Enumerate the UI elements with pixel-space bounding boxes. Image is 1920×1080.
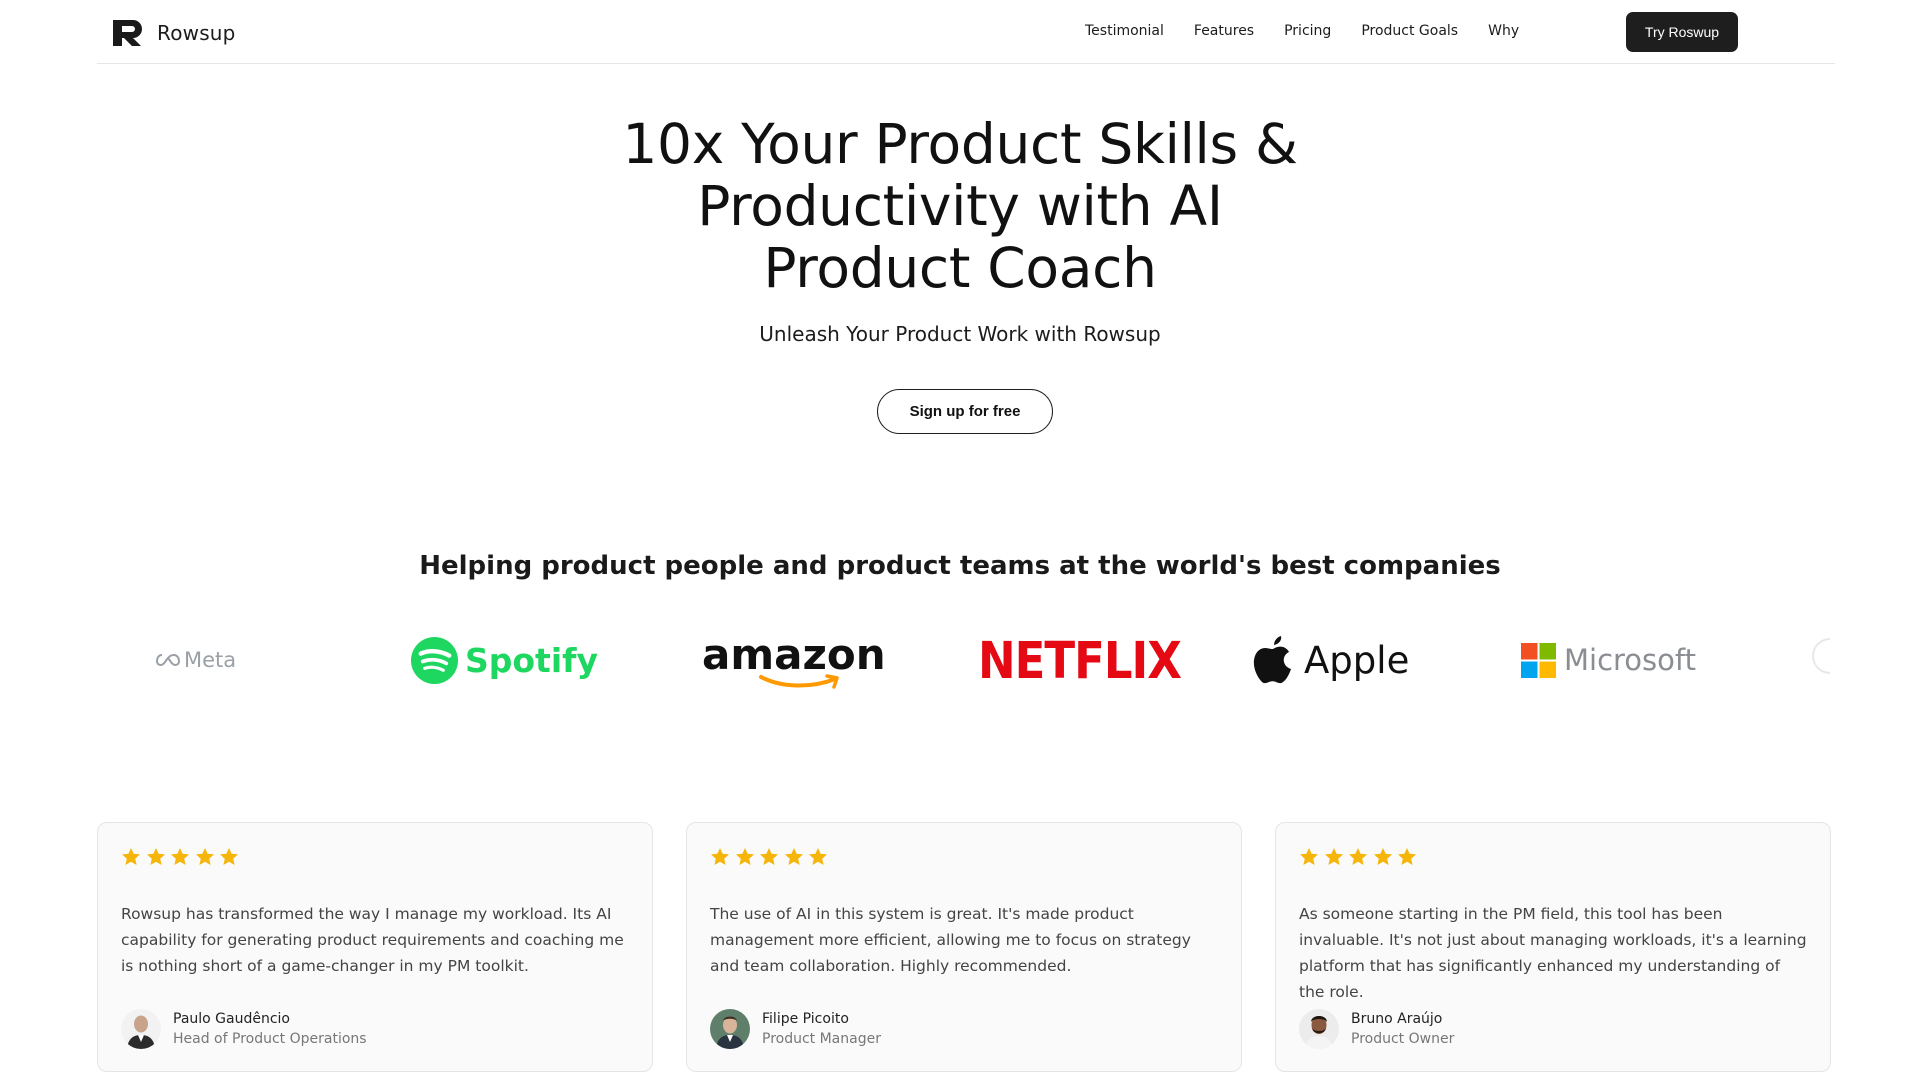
nav-link-pricing[interactable]: Pricing xyxy=(1284,23,1331,39)
author-role: Head of Product Operations xyxy=(173,1031,367,1047)
nav-link-testimonial[interactable]: Testimonial xyxy=(1085,23,1164,39)
apple-logo: Apple xyxy=(1252,620,1409,700)
nav-link-why[interactable]: Why xyxy=(1488,23,1519,39)
star-icon xyxy=(1300,848,1318,865)
main-menu: Testimonial Features Pricing Product Goa… xyxy=(1085,23,1549,39)
hero-title-line: Product Coach xyxy=(763,236,1157,300)
amazon-smile-icon xyxy=(758,673,839,689)
apple-logo-text: Apple xyxy=(1304,638,1410,682)
netflix-logo: NETFLIX xyxy=(978,630,1182,690)
testimonial-card: The use of AI in this system is great. I… xyxy=(686,822,1242,1072)
hero-title-line: Productivity with AI xyxy=(697,174,1223,238)
testimonial-quote: As someone starting in the PM field, thi… xyxy=(1299,905,1807,1001)
star-rating xyxy=(1299,847,1422,867)
author-details: Bruno Araújo Product Owner xyxy=(1351,1009,1454,1049)
microsoft-logo-text: Microsoft xyxy=(1564,643,1696,677)
star-rating xyxy=(121,847,244,867)
person-avatar-icon xyxy=(1299,1009,1339,1049)
rowsup-r-logo-icon xyxy=(113,20,142,46)
star-icon xyxy=(146,848,165,865)
brand-logo-link[interactable]: Rowsup xyxy=(113,20,236,46)
star-icon xyxy=(809,848,827,865)
apple-icon xyxy=(1253,636,1291,684)
testimonial-card: As someone starting in the PM field, thi… xyxy=(1275,822,1831,1072)
star-icon xyxy=(784,848,803,865)
hero-title: 10x Your Product Skills & Productivity w… xyxy=(560,113,1360,299)
author-role: Product Manager xyxy=(762,1031,881,1047)
meta-logo-text: Meta xyxy=(184,648,237,672)
author-name: Bruno Araújo xyxy=(1351,1011,1443,1027)
testimonial-card: Rowsup has transformed the way I manage … xyxy=(97,822,653,1072)
testimonial-quote: Rowsup has transformed the way I manage … xyxy=(121,905,624,975)
top-navigation-bar xyxy=(97,0,1835,64)
star-icon xyxy=(760,848,778,865)
testimonial-author: Bruno Araújo Product Owner xyxy=(1299,1009,1454,1049)
testimonial-author: Filipe Picoito Product Manager xyxy=(710,1009,881,1049)
testimonial-quote: The use of AI in this system is great. I… xyxy=(710,905,1191,975)
avatar xyxy=(710,1009,750,1049)
hero-subtitle: Unleash Your Product Work with Rowsup xyxy=(759,322,1161,346)
person-avatar-icon xyxy=(710,1009,750,1049)
try-roswup-button[interactable]: Try Roswup xyxy=(1626,12,1738,52)
star-icon xyxy=(1324,848,1343,865)
spotify-logo: Spotify xyxy=(410,620,598,700)
author-details: Paulo Gaudêncio Head of Product Operatio… xyxy=(173,1009,367,1049)
microsoft-windows-icon xyxy=(1521,642,1556,678)
author-details: Filipe Picoito Product Manager xyxy=(762,1009,881,1049)
author-name: Filipe Picoito xyxy=(762,1011,849,1027)
testimonial-author: Paulo Gaudêncio Head of Product Operatio… xyxy=(121,1009,367,1049)
star-icon xyxy=(195,848,214,865)
author-role: Product Owner xyxy=(1351,1031,1455,1047)
amazon-logo: amazon xyxy=(702,620,886,700)
star-icon xyxy=(1398,848,1416,865)
spotify-circle-icon xyxy=(410,636,459,684)
star-icon xyxy=(171,848,189,865)
meta-infinity-icon xyxy=(155,653,181,667)
star-icon xyxy=(1373,848,1392,865)
author-name: Paulo Gaudêncio xyxy=(173,1011,290,1027)
star-icon xyxy=(735,848,754,865)
microsoft-logo: Microsoft xyxy=(1521,620,1696,700)
star-icon xyxy=(1349,848,1367,865)
star-icon xyxy=(122,848,140,865)
star-icon xyxy=(220,848,238,865)
companies-heading: Helping product people and product teams… xyxy=(419,551,1501,581)
partial-logo-edge xyxy=(1812,638,1830,674)
person-avatar-icon xyxy=(121,1009,161,1049)
brand-name: Rowsup xyxy=(157,21,236,45)
avatar xyxy=(1299,1009,1339,1049)
spotify-logo-text: Spotify xyxy=(465,640,599,680)
star-rating xyxy=(710,847,833,867)
hero-title-line: 10x Your Product Skills & xyxy=(622,112,1298,176)
amazon-logo-text: amazon xyxy=(702,629,886,679)
sign-up-button[interactable]: Sign up for free xyxy=(877,389,1053,434)
company-logo-strip: Meta Spotify amazon NETFLIX Apple Micros… xyxy=(0,620,1920,700)
star-icon xyxy=(711,848,729,865)
nav-link-product-goals[interactable]: Product Goals xyxy=(1361,23,1458,39)
meta-logo: Meta xyxy=(155,620,236,700)
avatar xyxy=(121,1009,161,1049)
nav-link-features[interactable]: Features xyxy=(1194,23,1254,39)
